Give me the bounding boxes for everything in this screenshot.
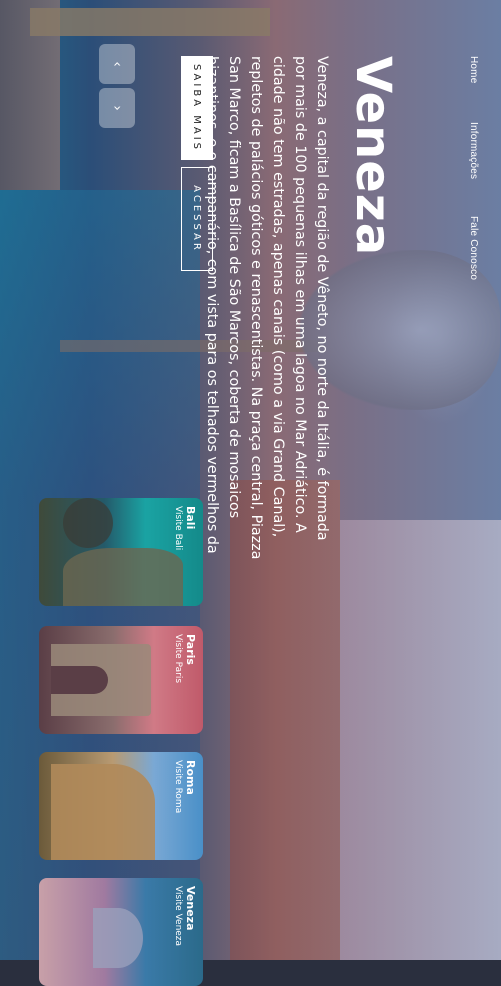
rock-image bbox=[63, 498, 113, 548]
destination-card-roma[interactable]: Roma Visite Roma bbox=[39, 752, 203, 860]
prev-slide-button[interactable]: ‹ bbox=[99, 44, 135, 84]
card-subtitle: Visite Paris bbox=[173, 634, 183, 684]
card-subtitle: Visite Veneza bbox=[173, 886, 183, 947]
nav-contact-link[interactable]: Fale Conosco bbox=[468, 216, 479, 280]
arch-opening bbox=[51, 666, 108, 694]
nav-info-link[interactable]: Informações bbox=[468, 122, 479, 179]
next-slide-button[interactable]: › bbox=[99, 88, 135, 128]
acessar-button[interactable]: ACESSAR bbox=[181, 167, 213, 271]
page-content: Home Informações Fale Conosco Veneza Ven… bbox=[0, 0, 501, 986]
destination-card-paris[interactable]: Paris Visite Paris bbox=[39, 626, 203, 734]
rock-cliff-image bbox=[63, 548, 183, 606]
page-title: Veneza bbox=[345, 56, 401, 257]
colosseum-image bbox=[51, 764, 155, 860]
card-subtitle: Visite Roma bbox=[173, 760, 183, 814]
chevron-right-icon: › bbox=[109, 105, 125, 111]
destination-card-bali[interactable]: Bali Visite Bali bbox=[39, 498, 203, 606]
card-city: Roma bbox=[184, 760, 197, 795]
chevron-left-icon: ‹ bbox=[109, 61, 125, 67]
nav-home-link[interactable]: Home bbox=[468, 56, 479, 83]
card-city: Veneza bbox=[184, 886, 197, 931]
basilica-image bbox=[93, 908, 143, 968]
saiba-mais-button[interactable]: SAIBA MAIS bbox=[181, 56, 213, 160]
card-subtitle: Visite Bali bbox=[173, 506, 183, 551]
card-city: Paris bbox=[184, 634, 197, 665]
destination-card-veneza[interactable]: Veneza Visite Veneza bbox=[39, 878, 203, 986]
card-city: Bali bbox=[184, 506, 197, 530]
